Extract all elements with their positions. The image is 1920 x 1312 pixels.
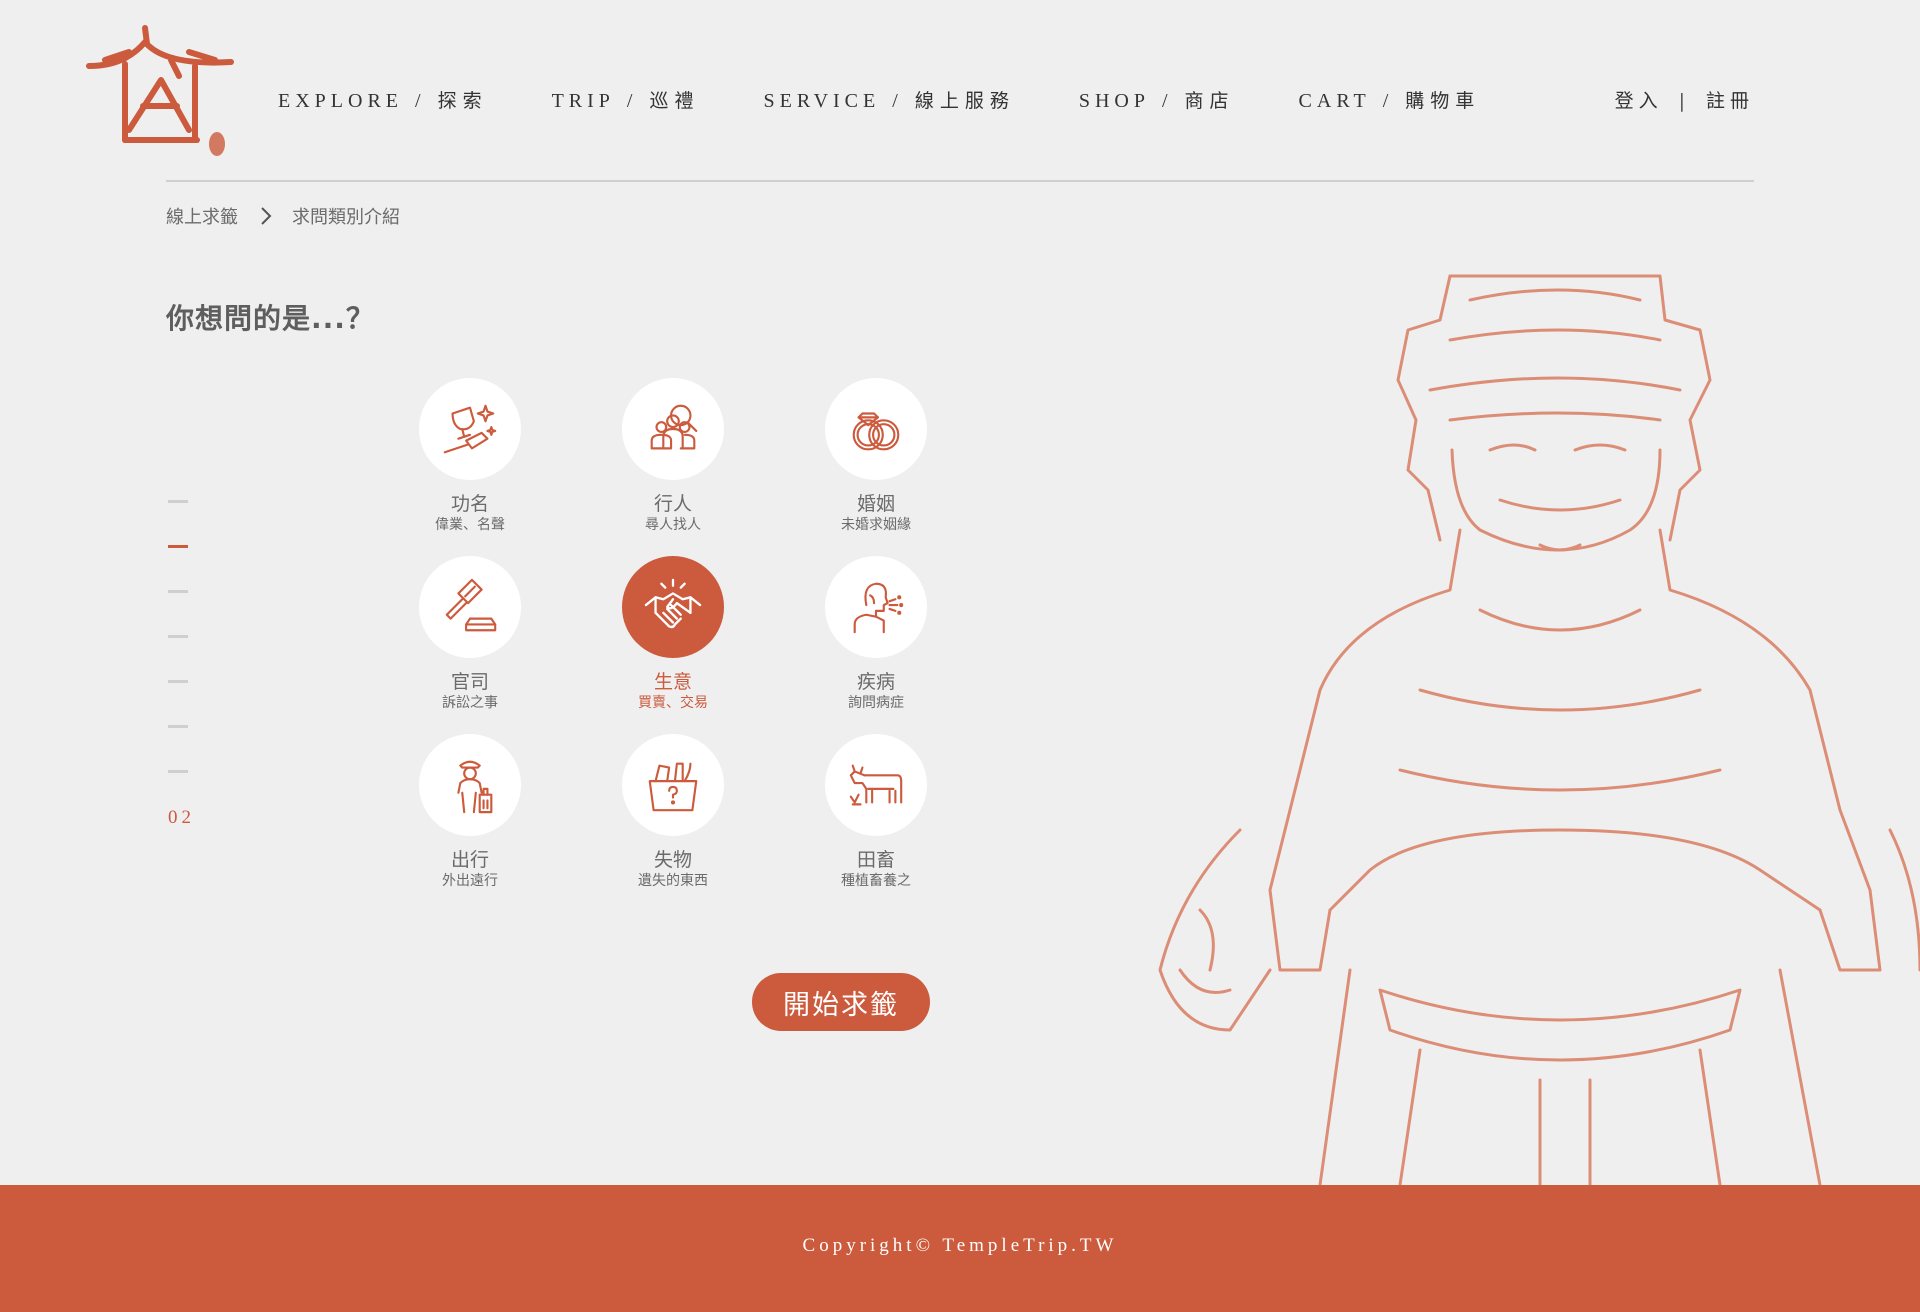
category-person[interactable]: 行人 尋人找人 [603,378,743,534]
pager-mark[interactable] [168,770,188,773]
pager-mark[interactable] [168,500,188,503]
footer: Copyright© TempleTrip.TW [0,1185,1920,1312]
category-subtitle: 買賣、交易 [638,695,708,711]
main-nav: EXPLORE / 探索 TRIP / 巡禮 SERVICE / 線上服務 SHOP / 商店 … [278,86,1544,113]
gavel-icon [445,578,497,632]
category-title: 官司 [450,671,489,693]
category-icon-circle-selected [622,556,724,658]
category-icon-circle [419,556,521,658]
category-title: 功名 [450,493,489,515]
category-icon-circle [825,556,927,658]
category-subtitle: 遺失的東西 [638,873,708,889]
category-title: 生意 [653,671,692,693]
handshake-icon [644,578,702,629]
people-search-icon [650,404,698,450]
register-link[interactable]: 註冊 [1706,90,1754,112]
temple-logo-icon[interactable] [85,22,235,162]
category-icon-circle [825,378,927,480]
chevron-right-icon [261,207,272,225]
category-title: 婚姻 [856,493,895,515]
nav-cart[interactable]: CART / 購物車 [1299,86,1481,113]
category-farming[interactable]: 田畜 種植畜養之 [806,734,946,890]
category-subtitle: 種植畜養之 [841,873,911,889]
nav-explore[interactable]: EXPLORE / 探索 [278,86,488,113]
category-illness[interactable]: 疾病 詢問病症 [806,556,946,712]
category-subtitle: 未婚求姻緣 [841,517,911,533]
nav-service[interactable]: SERVICE / 線上服務 [764,86,1015,113]
category-subtitle: 外出遠行 [442,873,498,889]
category-icon-circle [419,378,521,480]
category-subtitle: 訴訟之事 [442,695,498,711]
deity-statue-illustration [1158,274,1920,1185]
copyright-text: Copyright© TempleTrip.TW [802,1235,1118,1256]
pager-number: 02 [168,807,195,828]
breadcrumb-online-divination[interactable]: 線上求籤 [166,203,238,229]
category-lost-item[interactable]: 失物 遺失的東西 [603,734,743,890]
category-marriage[interactable]: 婚姻 未婚求姻緣 [806,378,946,534]
category-lawsuit[interactable]: 官司 訴訟之事 [400,556,540,712]
category-icon-circle [419,734,521,836]
breadcrumb: 線上求籤 求問類別介紹 [166,203,400,229]
category-title: 田畜 [856,849,895,871]
page-question: 你想問的是...？ [166,302,375,335]
category-subtitle: 偉業、名聲 [435,517,505,533]
category-icon-circle [622,734,724,836]
nav-trip[interactable]: TRIP / 巡禮 [552,86,700,113]
cow-icon [849,764,903,806]
category-subtitle: 尋人找人 [645,517,701,533]
category-icon-circle [825,734,927,836]
category-title: 出行 [450,849,489,871]
category-fame[interactable]: 功名 偉業、名聲 [400,378,540,534]
category-title: 疾病 [856,671,895,693]
category-subtitle: 詢問病症 [848,695,904,711]
breadcrumb-current: 求問類別介紹 [292,207,400,228]
rings-icon [852,412,900,451]
pager-mark[interactable] [168,725,188,728]
trophy-icon [443,404,497,454]
category-icon-circle [622,378,724,480]
step-pager: 02 [168,500,195,829]
start-divination-button[interactable]: 開始求籤 [752,973,930,1031]
pager-mark[interactable] [168,680,188,683]
nav-shop[interactable]: SHOP / 商店 [1079,86,1235,113]
pager-mark[interactable] [168,635,188,638]
auth-links: 登入 | 註冊 [1615,86,1754,113]
pager-mark-active[interactable] [168,545,188,548]
pager-mark[interactable] [168,590,188,593]
category-title: 失物 [653,849,692,871]
category-business[interactable]: 生意 買賣、交易 [603,556,743,712]
header-divider [166,180,1754,182]
auth-divider: | [1678,90,1690,112]
traveler-icon [457,760,493,814]
category-title: 行人 [653,493,692,515]
sick-person-icon [853,582,904,634]
login-link[interactable]: 登入 [1615,90,1663,112]
lost-box-icon [648,762,698,812]
category-travel[interactable]: 出行 外出遠行 [400,734,540,890]
